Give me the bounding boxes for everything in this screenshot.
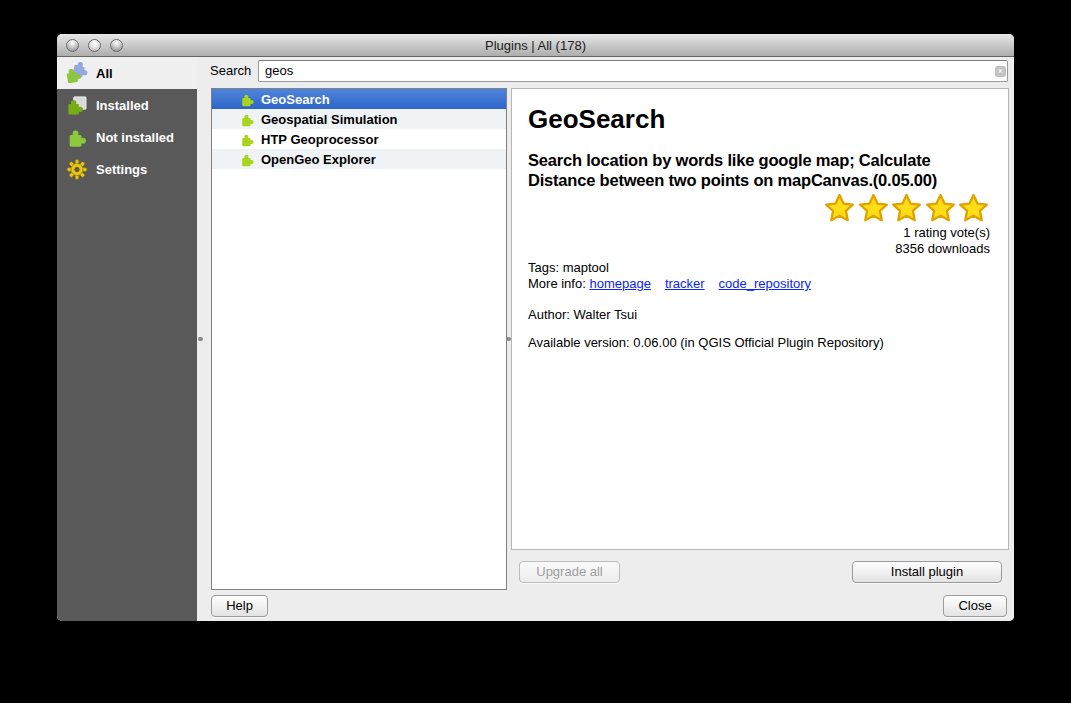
author-line: Author: Walter Tsui	[528, 307, 990, 322]
upgrade-all-button[interactable]: Upgrade all	[519, 561, 620, 583]
puzzle-icon	[240, 92, 255, 107]
splitter-handle[interactable]	[198, 337, 203, 341]
star-icon	[924, 192, 957, 225]
puzzle-pieces-icon	[66, 62, 88, 84]
clear-search-icon[interactable]: ×	[995, 66, 1006, 77]
sidebar-item-label: Not installed	[96, 130, 174, 145]
splitter-handle[interactable]	[506, 337, 511, 341]
tracker-link[interactable]: tracker	[665, 276, 705, 291]
homepage-link[interactable]: homepage	[589, 276, 650, 291]
plugin-details-panel: GeoSearch Search location by words like …	[511, 88, 1009, 550]
puzzle-icon	[240, 112, 255, 127]
star-icon	[823, 192, 856, 225]
sidebar-item-label: Installed	[96, 98, 149, 113]
plugin-title: GeoSearch	[528, 105, 990, 133]
help-button[interactable]: Help	[211, 595, 268, 617]
plugins-dialog: Plugins | All (178) All Installed Not in…	[57, 34, 1014, 621]
install-plugin-button[interactable]: Install plugin	[852, 561, 1002, 583]
sidebar-item-all[interactable]: All	[57, 57, 197, 89]
tags-line: Tags: maptool	[528, 260, 990, 276]
plugin-row-geospatial-simulation[interactable]: Geospatial Simulation	[212, 109, 506, 129]
rating-votes: 1 rating vote(s)	[528, 225, 990, 241]
tag-maptool: maptool	[563, 260, 609, 275]
more-info-line: More info: homepagetrackercode_repositor…	[528, 276, 990, 292]
search-label: Search	[210, 60, 256, 82]
titlebar[interactable]: Plugins | All (178)	[57, 34, 1014, 57]
plugin-row-opengeo-explorer[interactable]: OpenGeo Explorer	[212, 149, 506, 169]
sidebar-item-installed[interactable]: Installed	[57, 89, 197, 121]
search-input[interactable]: geos	[258, 60, 1008, 82]
downloads-count: 8356 downloads	[528, 241, 990, 257]
sidebar-item-settings[interactable]: Settings	[57, 153, 197, 185]
puzzle-icon	[240, 132, 255, 147]
puzzle-icon	[66, 126, 88, 148]
puzzle-icon	[240, 152, 255, 167]
star-icon	[957, 192, 990, 225]
rating-stars	[528, 192, 990, 225]
plugin-row-geosearch[interactable]: GeoSearch	[212, 89, 506, 109]
sidebar: All Installed Not installed	[57, 57, 197, 621]
gear-icon	[66, 158, 88, 180]
window-title: Plugins | All (178)	[57, 34, 1014, 57]
code-repository-link[interactable]: code_repository	[719, 276, 812, 291]
star-icon	[857, 192, 890, 225]
close-button[interactable]: Close	[943, 595, 1007, 617]
sidebar-item-not-installed[interactable]: Not installed	[57, 121, 197, 153]
star-icon	[890, 192, 923, 225]
sidebar-item-label: Settings	[96, 162, 147, 177]
sidebar-item-label: All	[96, 66, 113, 81]
plugin-list: GeoSearch Geospatial Simulation HTP Geop…	[211, 88, 507, 590]
version-line: Available version: 0.06.00 (in QGIS Offi…	[528, 335, 990, 350]
plugin-row-htp-geoprocessor[interactable]: HTP Geoprocessor	[212, 129, 506, 149]
plugin-summary: Search location by words like google map…	[528, 150, 984, 190]
puzzle-installed-icon	[66, 94, 88, 116]
